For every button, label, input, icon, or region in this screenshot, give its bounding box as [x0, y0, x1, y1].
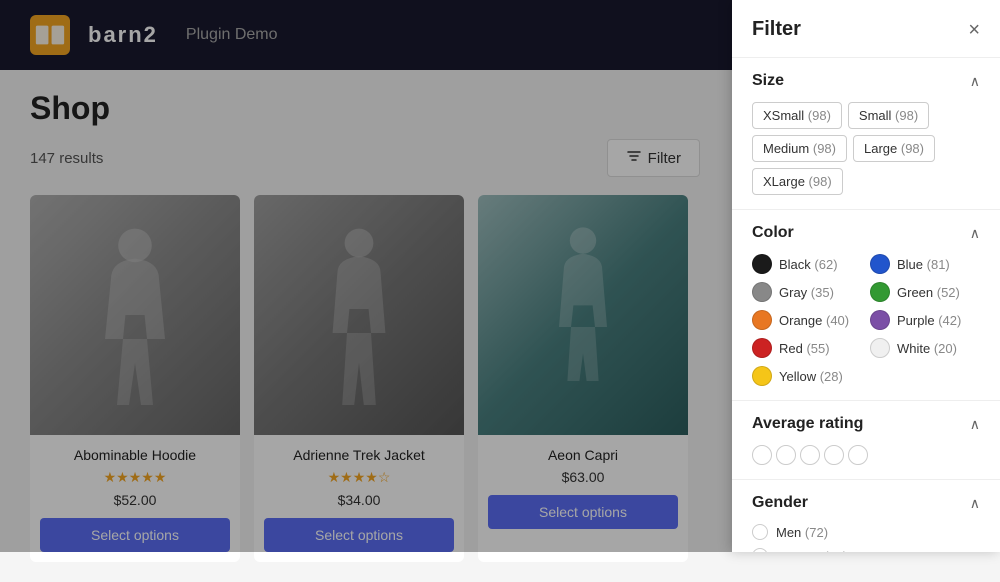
- rating-star-4[interactable]: [824, 445, 844, 465]
- color-swatch-yellow: [752, 366, 772, 386]
- color-label-green: Green (52): [897, 285, 960, 300]
- color-item-gray[interactable]: Gray (35): [752, 282, 862, 302]
- gender-label-women: Women (75): [776, 549, 847, 553]
- rating-star-5[interactable]: [848, 445, 868, 465]
- rating-star-2[interactable]: [776, 445, 796, 465]
- filter-panel-title: Filter: [752, 18, 801, 41]
- color-label-black: Black (62): [779, 257, 838, 272]
- color-label-orange: Orange (40): [779, 313, 849, 328]
- size-tags-container: XSmall (98) Small (98) Medium (98) Large…: [752, 102, 980, 195]
- color-swatch-purple: [870, 310, 890, 330]
- radio-women: [752, 548, 768, 552]
- gender-option-women[interactable]: Women (75): [752, 548, 980, 552]
- radio-men: [752, 524, 768, 540]
- rating-section-header[interactable]: Average rating ∧: [752, 415, 980, 433]
- color-swatch-blue: [870, 254, 890, 274]
- color-swatch-black: [752, 254, 772, 274]
- color-swatch-white: [870, 338, 890, 358]
- color-label-blue: Blue (81): [897, 257, 950, 272]
- size-tag-large[interactable]: Large (98): [853, 135, 935, 162]
- color-item-red[interactable]: Red (55): [752, 338, 862, 358]
- rating-star-1[interactable]: [752, 445, 772, 465]
- size-tag-medium[interactable]: Medium (98): [752, 135, 847, 162]
- color-chevron-icon: ∧: [970, 225, 980, 242]
- color-section-header[interactable]: Color ∧: [752, 224, 980, 242]
- gender-option-men[interactable]: Men (72): [752, 524, 980, 540]
- color-item-yellow[interactable]: Yellow (28): [752, 366, 862, 386]
- color-label-red: Red (55): [779, 341, 830, 356]
- size-section-header[interactable]: Size ∧: [752, 72, 980, 90]
- gender-chevron-icon: ∧: [970, 495, 980, 512]
- color-item-orange[interactable]: Orange (40): [752, 310, 862, 330]
- rating-chevron-icon: ∧: [970, 416, 980, 433]
- size-tag-xlarge[interactable]: XLarge (98): [752, 168, 843, 195]
- filter-panel-header: Filter ×: [732, 0, 1000, 58]
- filter-panel: Filter × Size ∧ XSmall (98) Small (98) M…: [732, 0, 1000, 552]
- color-swatch-gray: [752, 282, 772, 302]
- color-grid: Black (62) Blue (81) Gray (35) Green (52…: [752, 254, 980, 386]
- rating-stars-container: [752, 445, 980, 465]
- color-item-purple[interactable]: Purple (42): [870, 310, 980, 330]
- color-section-title: Color: [752, 224, 794, 242]
- size-tag-xsmall[interactable]: XSmall (98): [752, 102, 842, 129]
- rating-section: Average rating ∧: [732, 401, 1000, 480]
- size-section-title: Size: [752, 72, 784, 90]
- color-section: Color ∧ Black (62) Blue (81) Gray (35) G…: [732, 210, 1000, 401]
- color-item-black[interactable]: Black (62): [752, 254, 862, 274]
- color-swatch-green: [870, 282, 890, 302]
- color-item-blue[interactable]: Blue (81): [870, 254, 980, 274]
- gender-section: Gender ∧ Men (72) Women (75): [732, 480, 1000, 552]
- gender-options: Men (72) Women (75): [752, 524, 980, 552]
- gender-label-men: Men (72): [776, 525, 828, 540]
- rating-star-3[interactable]: [800, 445, 820, 465]
- color-item-white[interactable]: White (20): [870, 338, 980, 358]
- color-label-white: White (20): [897, 341, 957, 356]
- gender-section-title: Gender: [752, 494, 808, 512]
- gender-section-header[interactable]: Gender ∧: [752, 494, 980, 512]
- color-label-gray: Gray (35): [779, 285, 834, 300]
- filter-close-button[interactable]: ×: [968, 20, 980, 40]
- size-chevron-icon: ∧: [970, 73, 980, 90]
- color-swatch-orange: [752, 310, 772, 330]
- color-label-purple: Purple (42): [897, 313, 961, 328]
- color-item-green[interactable]: Green (52): [870, 282, 980, 302]
- color-label-yellow: Yellow (28): [779, 369, 843, 384]
- color-swatch-red: [752, 338, 772, 358]
- size-tag-small[interactable]: Small (98): [848, 102, 929, 129]
- rating-section-title: Average rating: [752, 415, 863, 433]
- size-section: Size ∧ XSmall (98) Small (98) Medium (98…: [732, 58, 1000, 210]
